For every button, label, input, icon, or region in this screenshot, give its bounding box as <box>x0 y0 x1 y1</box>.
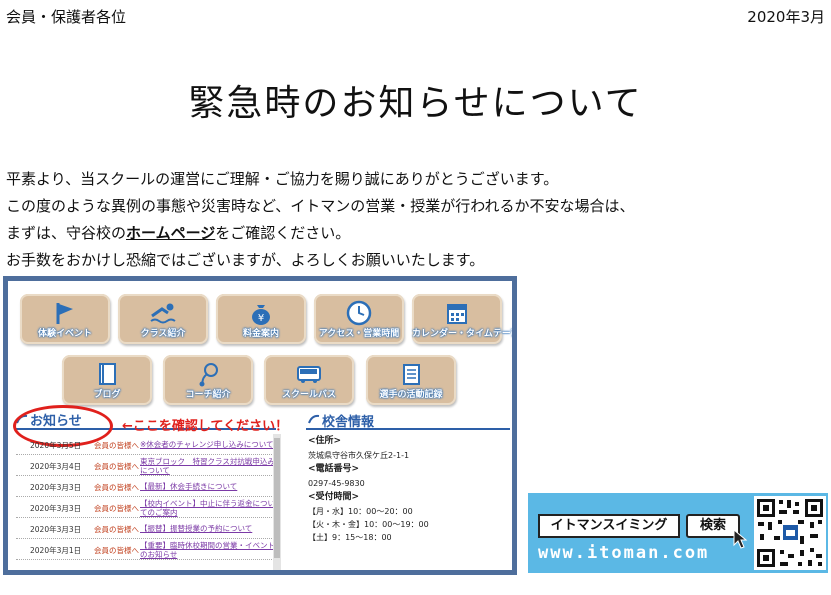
news-title[interactable]: 東京ブロック 特習クラス対抗戦申込みについて <box>140 457 276 475</box>
flag-icon <box>56 303 73 324</box>
news-audience: 会員の皆様へ <box>94 483 139 492</box>
qr-code-icon <box>757 499 823 567</box>
nav-label: アクセス・営業時間 <box>318 329 400 339</box>
nav-label: クラス紹介 <box>140 329 186 339</box>
news-audience: 会員の皆様へ <box>94 441 139 450</box>
homepage-link[interactable]: ホームページ <box>126 224 215 242</box>
phone-label: <電話番号> <box>308 464 360 474</box>
news-row[interactable]: 2020年3月4日 会員の皆様へ 東京ブロック 特習クラス対抗戦申込みについて <box>16 455 276 476</box>
news-row[interactable]: 2020年3月3日 会員の皆様へ 【最新】休会手続きについて <box>16 476 276 497</box>
hours-line: 【火・木・金】10：00〜19：00 <box>308 520 429 529</box>
address-value: 茨城県守谷市久保ケ丘2-1-1 <box>308 451 410 460</box>
swimmer-icon <box>150 303 176 324</box>
news-date: 2020年3月5日 <box>30 441 82 450</box>
nav-trial-event[interactable]: 体験イベント <box>20 294 110 344</box>
svg-text:¥: ¥ <box>258 313 264 324</box>
nav-label: コーチ紹介 <box>185 390 231 400</box>
scroll-thumb[interactable] <box>274 438 280 558</box>
itoman-banner[interactable]: イトマンスイミング 検索 www.itoman.com <box>528 493 828 573</box>
cursor-icon <box>733 529 748 549</box>
money-bag-icon: ¥ <box>252 305 270 325</box>
qr-code <box>754 496 826 570</box>
phone-value: 0297-45-9830 <box>308 479 365 488</box>
body-line-3: まずは、守谷校のホームページをご確認ください。 <box>6 220 635 247</box>
school-info: <住所> 茨城県守谷市久保ケ丘2-1-1 <電話番号> 0297-45-9830… <box>308 434 429 544</box>
nav-class-intro[interactable]: クラス紹介 <box>118 294 208 344</box>
news-scrollbar[interactable] <box>273 434 281 570</box>
nav-athlete-records[interactable]: 選手の活動記録 <box>366 355 456 405</box>
news-title[interactable]: 【最新】休会手続きについて <box>140 482 276 491</box>
news-audience: 会員の皆様へ <box>94 546 139 555</box>
news-row[interactable]: 2020年3月1日 会員の皆様へ 【重要】臨時休校期間の営業・イベントのお知らせ <box>16 539 276 560</box>
news-list: 2020年3月5日 会員の皆様へ ※休会者のチャレンジ申し込みについて 2020年3… <box>16 434 276 560</box>
news-date: 2020年3月3日 <box>30 483 82 492</box>
nav-label: 選手の活動記録 <box>379 390 443 400</box>
news-date: 2020年3月1日 <box>30 546 82 555</box>
news-row[interactable]: 2020年3月3日 会員の皆様へ 【校内イベント】中止に伴う返金についてのご案内 <box>16 497 276 518</box>
address-label: <住所> <box>308 436 342 446</box>
news-audience: 会員の皆様へ <box>94 462 139 471</box>
body-line-3-pre: まずは、守谷校の <box>6 224 127 242</box>
news-date: 2020年3月3日 <box>30 504 82 513</box>
nav-coach-intro[interactable]: コーチ紹介 <box>163 355 253 405</box>
website-screenshot: 体験イベント クラス紹介 ¥ 料金案内 アクセス・営業時間 カレンダー・タイムテ… <box>3 276 517 575</box>
check-here-note: ←ここを確認してください！ <box>122 419 289 434</box>
hours-line: 【土】9：15〜18：00 <box>308 533 392 542</box>
nav-label: スクールバス <box>281 390 336 400</box>
nav-label: カレンダー・タイムテーブル <box>412 329 517 339</box>
news-title[interactable]: ※休会者のチャレンジ申し込みについて <box>140 440 276 449</box>
wave-icon <box>308 414 320 424</box>
nav-school-bus[interactable]: スクールバス <box>264 355 354 405</box>
news-title[interactable]: 【振替】振替授業の予約について <box>140 524 276 533</box>
bus-icon <box>297 366 321 383</box>
notebook-icon <box>99 363 116 385</box>
news-title[interactable]: 【校内イベント】中止に伴う返金についてのご案内 <box>140 499 276 517</box>
banner-url: www.itoman.com <box>538 543 710 563</box>
news-audience: 会員の皆様へ <box>94 504 139 513</box>
nav-blog[interactable]: ブログ <box>62 355 152 405</box>
clock-icon <box>346 300 372 326</box>
nav-fees[interactable]: ¥ 料金案内 <box>216 294 306 344</box>
addressee: 会員・保護者各位 <box>6 8 127 26</box>
body-line-2: この度のような異例の事態や災害時など、イトマンの営業・授業が行われるか不安な場合… <box>6 197 635 215</box>
news-audience: 会員の皆様へ <box>94 525 139 534</box>
news-row[interactable]: 2020年3月3日 会員の皆様へ 【振替】振替授業の予約について <box>16 518 276 539</box>
news-row[interactable]: 2020年3月5日 会員の皆様へ ※休会者のチャレンジ申し込みについて <box>16 434 276 455</box>
whistle-icon <box>199 363 218 387</box>
body-line-4: お手数をおかけし恐縮ではございますが、よろしくお願いいたします。 <box>6 251 485 269</box>
nav-label: 料金案内 <box>242 329 279 339</box>
hours-line: 【月・水】10：00〜20：00 <box>308 507 413 516</box>
news-title[interactable]: 【重要】臨時休校期間の営業・イベントのお知らせ <box>140 541 276 559</box>
notice-body: 平素より、当スクールの運営にご理解・ご協力を賜り誠にありがとうございます。 この… <box>6 166 635 274</box>
news-date: 2020年3月4日 <box>30 462 82 471</box>
banner-search-term: イトマンスイミング <box>538 514 680 538</box>
body-line-3-post: をご確認ください。 <box>215 224 351 242</box>
page-title: 緊急時のお知らせについて <box>188 83 643 124</box>
info-divider <box>306 428 510 430</box>
hours-label: <受付時間> <box>308 492 360 502</box>
nav-label: ブログ <box>93 390 121 400</box>
memo-icon <box>403 364 420 385</box>
calendar-icon <box>447 304 467 324</box>
nav-label: 体験イベント <box>37 329 92 339</box>
nav-access-hours[interactable]: アクセス・営業時間 <box>314 294 404 344</box>
body-line-1: 平素より、当スクールの運営にご理解・ご協力を賜り誠にありがとうございます。 <box>6 170 559 188</box>
news-date: 2020年3月3日 <box>30 525 82 534</box>
issue-date: 2020年3月 <box>747 8 825 26</box>
nav-calendar[interactable]: カレンダー・タイムテーブル <box>412 294 517 344</box>
